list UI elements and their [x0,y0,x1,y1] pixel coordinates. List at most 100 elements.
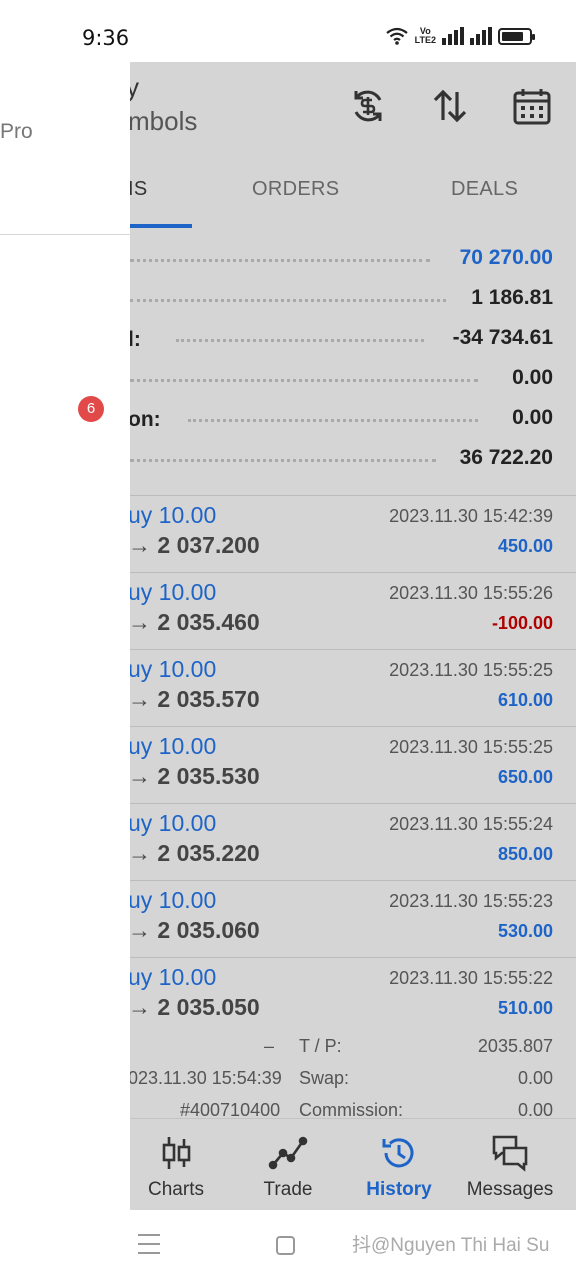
tab-deals[interactable]: DEALS [451,178,518,201]
deal-time: 2023.11.30 15:55:22 [389,968,553,988]
detail-left: 023.11.30 15:54:39 [130,1068,282,1088]
detail-value: 2035.807 [477,1036,553,1056]
dotted-leader [176,336,424,342]
deal-time: 2023.11.30 15:55:24 [389,814,553,834]
status-icons: Vo LTE2 [385,27,535,45]
summary-row: on: 0.00 [130,402,576,442]
deal-time: 2023.11.30 15:55:25 [389,660,553,680]
status-bar: 9:36 Vo LTE2 [0,0,576,62]
bottom-navigation: Charts Trade History Messages [130,1118,576,1210]
volte-bottom: LTE2 [414,35,436,45]
status-time: 9:36 [82,26,130,50]
candlestick-icon [156,1133,196,1173]
calendar-icon[interactable] [512,86,552,126]
notification-badge[interactable]: 6 [78,396,104,422]
sort-arrows-icon[interactable] [430,86,470,126]
deal-profit: 650.00 [497,767,553,787]
nav-label: History [366,1179,432,1200]
header-subtitle[interactable]: mbols [130,106,197,137]
deal-price: → 2 035.460 [130,609,260,635]
deal-price: → 2 035.220 [130,840,260,866]
wifi-icon [385,27,408,45]
history-clock-icon [379,1133,419,1173]
summary-value: 36 722.20 [459,446,553,469]
dotted-leader [130,456,436,462]
messages-icon [490,1133,530,1173]
tab-positions[interactable]: IS [130,178,148,201]
deal-price: → 2 035.530 [130,763,260,789]
navigation-drawer: Pro 6 [0,62,130,1210]
watermark: 抖@Nguyen Thi Hai Su [352,1235,550,1256]
nav-label: Trade [263,1179,313,1200]
summary-value: 70 270.00 [459,246,553,269]
deal-profit: 610.00 [497,690,553,710]
deal-side-volume: uy 10.00 [130,579,217,605]
dotted-leader [130,376,478,382]
dotted-leader [188,416,478,422]
history-tabs: IS ORDERS DEALS [130,162,576,228]
deal-side-volume: uy 10.00 [130,964,217,990]
volte-indicator: Vo LTE2 [415,27,436,45]
deal-profit: 510.00 [497,998,553,1018]
tab-orders[interactable]: ORDERS [252,178,339,201]
deal-time: 2023.11.30 15:55:25 [389,737,553,757]
deal-price: → 2 035.050 [130,994,260,1020]
dotted-leader [130,256,430,262]
deal-side-volume: uy 10.00 [130,656,217,682]
nav-charts[interactable]: Charts [130,1129,232,1201]
summary-value: 0.00 [512,406,553,429]
deal-row[interactable]: uy 10.00 → 2 037.200 2023.11.30 15:42:39… [130,496,576,573]
summary-label: on: [130,408,161,431]
deal-price: → 2 037.200 [130,532,260,558]
trade-line-icon [268,1133,308,1173]
nav-history[interactable]: History [343,1129,455,1201]
deal-row[interactable]: uy 10.00 → 2 035.530 2023.11.30 15:55:25… [130,727,576,804]
deal-detail-row: 023.11.30 15:54:39 Swap: 0.00 [130,1068,576,1096]
summary-row: 1 186.81 [130,282,576,322]
summary-row: 70 270.00 [130,242,576,282]
deal-row[interactable]: uy 10.00 → 2 035.220 2023.11.30 15:55:24… [130,804,576,881]
detail-label: T / P: [299,1036,342,1056]
deal-profit: 530.00 [497,921,553,941]
deal-time: 2023.11.30 15:55:23 [389,891,553,911]
summary-row: l: -34 734.61 [130,322,576,362]
drawer-app-name: Pro [0,120,33,143]
deal-side-volume: uy 10.00 [130,810,217,836]
detail-label: Swap: [299,1068,350,1088]
deal-profit: 850.00 [497,844,553,864]
currency-refresh-icon[interactable] [348,86,388,126]
nav-trade[interactable]: Trade [232,1129,344,1201]
deal-row[interactable]: uy 10.00 → 2 035.460 2023.11.30 15:55:26… [130,573,576,650]
nav-messages[interactable]: Messages [454,1129,566,1201]
summary-row: 36 722.20 [130,442,576,482]
system-navigation-bar: 抖@Nguyen Thi Hai Su [0,1210,576,1280]
active-tab-indicator [130,224,192,228]
nav-label: Charts [148,1179,204,1200]
home-button-icon[interactable] [276,1236,295,1255]
deal-time: 2023.11.30 15:42:39 [389,506,553,526]
signal-icon [442,27,464,45]
deal-profit: 450.00 [497,536,553,556]
deal-side-volume: uy 10.00 [130,887,217,913]
deal-side-volume: uy 10.00 [130,733,217,759]
deal-row[interactable]: uy 10.00 → 2 035.050 2023.11.30 15:55:22… [130,958,576,1035]
history-panel: y mbols IS ORDERS DEALS 70 270.00 1 186.… [130,62,576,1210]
battery-icon [498,27,535,45]
summary-value: 0.00 [512,366,553,389]
summary-label: l: [130,328,141,351]
summary-value: -34 734.61 [452,326,553,349]
dotted-leader [130,296,446,302]
deal-row[interactable]: uy 10.00 → 2 035.060 2023.11.30 15:55:23… [130,881,576,958]
detail-left: – [264,1036,275,1056]
summary-value: 1 186.81 [471,286,553,309]
deal-price: → 2 035.570 [130,686,260,712]
deal-price: → 2 035.060 [130,917,260,943]
deal-time: 2023.11.30 15:55:26 [389,583,553,603]
recent-apps-icon[interactable] [138,1234,160,1254]
deal-detail-row: – T / P: 2035.807 [130,1036,576,1064]
deal-row[interactable]: uy 10.00 → 2 035.570 2023.11.30 15:55:25… [130,650,576,727]
header-title: y [130,72,139,102]
deal-profit: -100.00 [491,613,553,633]
nav-label: Messages [466,1179,554,1200]
screen: 9:36 Vo LTE2 Pro 6 y mbols IS ORDERS DEA… [0,0,576,1280]
